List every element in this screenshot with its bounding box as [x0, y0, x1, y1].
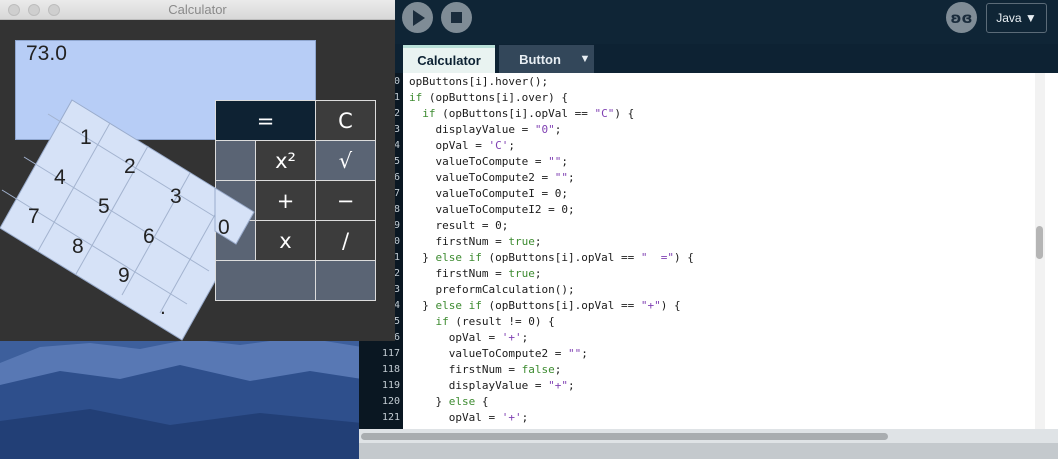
code-text: firstNum = false; — [409, 363, 562, 376]
key-7[interactable]: 7 — [28, 205, 40, 229]
code-line[interactable]: 0 firstNum = true; — [359, 234, 1058, 250]
code-editor[interactable]: 0 opButtons[i].hover(); 1 if (opButtons[i].… — [359, 73, 1058, 429]
code-text: } else { — [409, 395, 489, 408]
calculator-window: Calculator 73.0 1 2 3 4 5 6 7 8 9 . = C … — [0, 0, 395, 341]
minus-button[interactable]: − — [315, 180, 376, 221]
code-text: result = 0; — [409, 219, 509, 232]
code-text: } else if (opButtons[i].opVal == "+") { — [409, 299, 681, 312]
equals-button[interactable]: = — [215, 100, 316, 141]
mode-button[interactable]: ʚɞ — [946, 2, 977, 33]
code-text: } else if (opButtons[i].opVal == " =") { — [409, 251, 694, 264]
empty-key[interactable] — [315, 260, 376, 301]
code-text: opVal = '+'; — [409, 411, 529, 424]
operator-grid: = C x² √ + − x / — [215, 100, 376, 301]
code-line[interactable]: 2 if (opButtons[i].opVal == "C") { — [359, 106, 1058, 122]
code-text: valueToComputeI = 0; — [409, 187, 568, 200]
line-number: 120 — [381, 396, 400, 407]
code-line[interactable]: 1 } else if (opButtons[i].opVal == " =")… — [359, 250, 1058, 266]
code-line[interactable]: 117 valueToCompute2 = ""; — [359, 346, 1058, 362]
ide-toolbar: ʚɞ Java ▼ — [359, 0, 1058, 44]
code-line[interactable]: 3 preformCalculation(); — [359, 282, 1058, 298]
code-line[interactable]: 4 opVal = 'C'; — [359, 138, 1058, 154]
tab-menu-button[interactable]: ▼ — [576, 45, 594, 73]
code-text: valueToComputeI2 = 0; — [409, 203, 575, 216]
code-line[interactable]: 5 if (result != 0) { — [359, 314, 1058, 330]
screen: ʚɞ Java ▼ Calculator Button ▼ 0 opButtons… — [0, 0, 1058, 459]
stop-icon — [451, 12, 462, 23]
code-text: valueToCompute2 = ""; — [409, 171, 575, 184]
empty-key[interactable] — [215, 140, 256, 181]
multiply-button[interactable]: x — [255, 220, 316, 261]
line-number: 119 — [381, 380, 400, 391]
key-6[interactable]: 6 — [143, 225, 155, 249]
divide-button[interactable]: / — [315, 220, 376, 261]
code-line[interactable]: 7 valueToComputeI = 0; — [359, 186, 1058, 202]
sqrt-button[interactable]: √ — [315, 140, 376, 181]
code-line[interactable]: 116 opVal = '+'; — [359, 330, 1058, 346]
code-text: if (opButtons[i].over) { — [409, 91, 568, 104]
key-3[interactable]: 3 — [170, 185, 182, 209]
line-number: 118 — [381, 364, 400, 375]
key-9[interactable]: 9 — [118, 264, 130, 288]
code-text: if (result != 0) { — [435, 315, 555, 328]
code-text: displayValue = "+"; — [409, 379, 575, 392]
code-line[interactable]: 121 opVal = '+'; — [359, 410, 1058, 426]
code-line[interactable]: 2 firstNum = true; — [359, 266, 1058, 282]
code-text: opVal = 'C'; — [409, 139, 515, 152]
key-4[interactable]: 4 — [54, 166, 66, 190]
code-text: firstNum = true; — [409, 235, 542, 248]
language-select[interactable]: Java ▼ — [986, 3, 1047, 33]
code-line[interactable]: 1 if (opButtons[i].over) { — [359, 90, 1058, 106]
code-line[interactable]: 6 valueToCompute2 = ""; — [359, 170, 1058, 186]
square-button[interactable]: x² — [255, 140, 316, 181]
stop-button[interactable] — [441, 2, 472, 33]
play-icon — [413, 9, 425, 26]
code-line[interactable]: 120 } else { — [359, 394, 1058, 410]
key-0-label: 0 — [218, 216, 230, 239]
code-text: opButtons[i].hover(); — [409, 75, 549, 88]
code-text: if (opButtons[i].opVal == "C") { — [422, 107, 635, 120]
code-text: valueToCompute2 = ""; — [409, 347, 588, 360]
key-decimal[interactable]: . — [160, 296, 166, 320]
code-text: displayValue = "0"; — [409, 123, 562, 136]
horizontal-scroll-thumb[interactable] — [361, 433, 888, 440]
plus-button[interactable]: + — [255, 180, 316, 221]
code-line[interactable]: 0 opButtons[i].hover(); — [359, 74, 1058, 90]
code-line[interactable]: 4 } else if (opButtons[i].opVal == "+") … — [359, 298, 1058, 314]
ide-window: ʚɞ Java ▼ Calculator Button ▼ 0 opButtons… — [359, 0, 1058, 459]
code-line[interactable]: 5 valueToCompute = ""; — [359, 154, 1058, 170]
code-line[interactable]: 9 result = 0; — [359, 218, 1058, 234]
tab-button[interactable]: Button — [499, 45, 581, 73]
code-line[interactable]: 3 displayValue = "0"; — [359, 122, 1058, 138]
code-line[interactable]: 8 valueToComputeI2 = 0; — [359, 202, 1058, 218]
key-2[interactable]: 2 — [124, 155, 136, 179]
code-text: opVal = '+'; — [409, 331, 529, 344]
ide-status-bar — [359, 443, 1058, 459]
mountain-landscape — [0, 335, 362, 459]
clear-button[interactable]: C — [315, 100, 376, 141]
key-8[interactable]: 8 — [72, 235, 84, 259]
key-5[interactable]: 5 — [98, 195, 110, 219]
run-button[interactable] — [402, 2, 433, 33]
code-text: firstNum = true; — [409, 267, 542, 280]
line-number: 121 — [381, 412, 400, 423]
code-text: preformCalculation(); — [409, 283, 575, 296]
empty-key[interactable] — [215, 260, 316, 301]
tab-calculator[interactable]: Calculator — [403, 45, 495, 73]
code-text: valueToCompute = ""; — [409, 155, 568, 168]
line-number: 117 — [381, 348, 400, 359]
butterfly-icon: ʚɞ — [950, 8, 973, 27]
key-1[interactable]: 1 — [80, 126, 92, 150]
empty-key[interactable] — [215, 180, 256, 221]
code-line[interactable]: 119 displayValue = "+"; — [359, 378, 1058, 394]
code-line[interactable]: 118 firstNum = false; — [359, 362, 1058, 378]
